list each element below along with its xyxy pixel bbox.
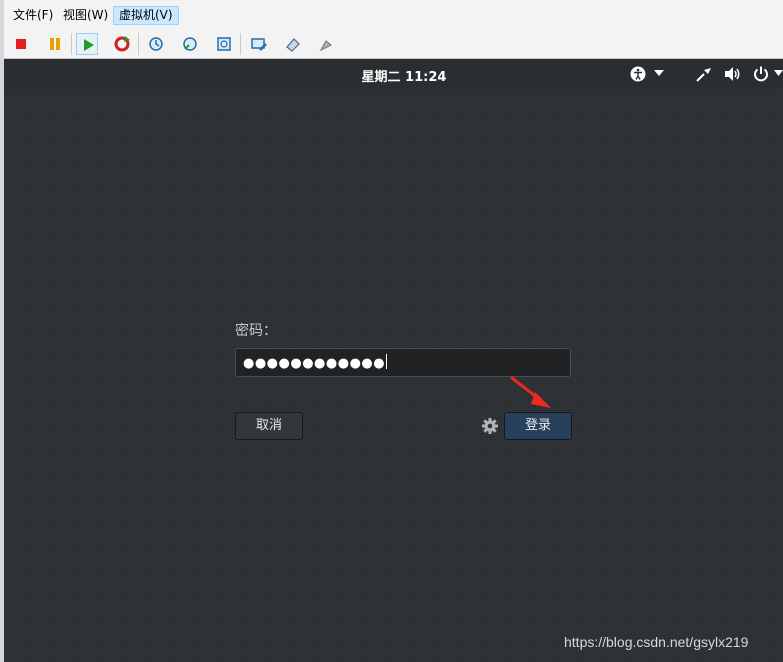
password-label: 密码： [235, 323, 277, 339]
password-value: ●●●●●●●●●●●● [243, 354, 388, 371]
toolbar [4, 30, 783, 59]
snapshot-restore-button[interactable] [179, 33, 201, 55]
restart-icon [114, 36, 130, 52]
vm-tools-icon [319, 40, 333, 52]
snapshot-icon [149, 37, 163, 51]
vm-settings-button[interactable] [282, 33, 304, 55]
edit-vm-button[interactable] [248, 33, 270, 55]
network-wired-icon[interactable] [695, 65, 713, 83]
menu-view[interactable]: 视图(W) [58, 6, 113, 25]
vm-settings-icon [286, 38, 300, 52]
login-button[interactable]: 登录 [504, 412, 572, 440]
toolbar-separator [240, 33, 241, 55]
snapshot-manager-icon [217, 37, 231, 51]
accessibility-icon[interactable] [629, 65, 647, 83]
pause-button[interactable] [44, 33, 66, 55]
password-dots: ●●●●●●●●●●●● [243, 356, 386, 371]
menu-vm[interactable]: 虚拟机(V) [113, 6, 179, 25]
play-icon [84, 39, 94, 51]
restart-button[interactable] [111, 33, 133, 55]
watermark: https://blog.csdn.net/gsylx219 [564, 634, 749, 650]
password-input[interactable]: ●●●●●●●●●●●● [235, 348, 571, 377]
pause-icon [50, 38, 60, 50]
snapshot-restore-icon [183, 37, 197, 51]
text-caret [386, 354, 388, 369]
power-icon[interactable] [752, 65, 770, 83]
cancel-button[interactable]: 取消 [235, 412, 303, 440]
chevron-down-icon[interactable] [654, 69, 664, 77]
play-button[interactable] [76, 33, 98, 55]
volume-icon[interactable] [724, 65, 742, 83]
annotation-arrow-icon [510, 376, 551, 408]
vm-tools-button[interactable] [315, 33, 337, 55]
chevron-down-icon[interactable] [774, 69, 783, 77]
stop-icon [16, 39, 26, 49]
stop-button[interactable] [10, 33, 32, 55]
menu-file[interactable]: 文件(F) [8, 6, 58, 25]
guest-screen: 星期二 11:24 密码： ●●●●●●●●●●●● 取消 登录 https:/… [4, 59, 783, 662]
snapshot-button[interactable] [145, 33, 167, 55]
gear-icon[interactable] [481, 417, 499, 435]
toolbar-separator [138, 33, 139, 55]
edit-vm-icon [251, 38, 267, 51]
snapshot-manager-button[interactable] [213, 33, 235, 55]
clock[interactable]: 星期二 11:24 [304, 66, 504, 85]
menubar: 文件(F) 视图(W) 虚拟机(V) [4, 0, 783, 30]
toolbar-separator [71, 33, 72, 55]
top-bar: 星期二 11:24 [4, 59, 783, 89]
